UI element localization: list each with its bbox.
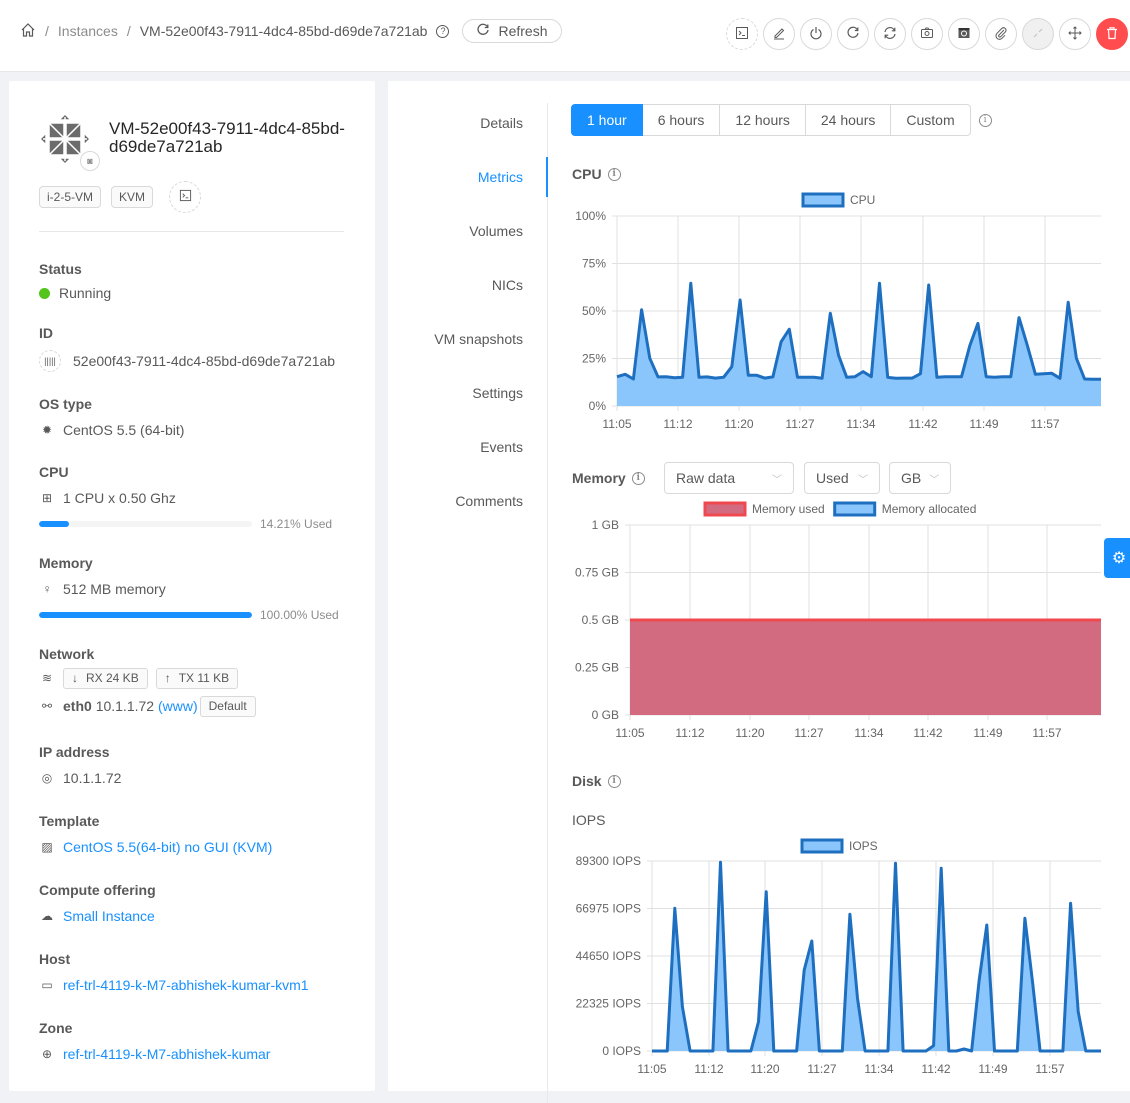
x-tick-label: 11:34 bbox=[846, 417, 875, 431]
x-tick-label: 11:27 bbox=[807, 1062, 836, 1076]
gear-icon: ⚙ bbox=[1112, 548, 1126, 568]
x-tick-label: 11:12 bbox=[675, 726, 704, 740]
x-tick-label: 11:20 bbox=[735, 726, 764, 740]
legend-swatch bbox=[803, 194, 843, 206]
x-tick-label: 11:34 bbox=[864, 1062, 893, 1076]
y-tick-label: 0.5 GB bbox=[582, 613, 619, 627]
x-tick-label: 11:42 bbox=[913, 726, 942, 740]
x-tick-label: 11:20 bbox=[750, 1062, 779, 1076]
x-tick-label: 11:49 bbox=[973, 726, 1002, 740]
y-tick-label: 75% bbox=[582, 257, 606, 271]
settings-drawer-button[interactable]: ⚙ bbox=[1104, 538, 1130, 578]
x-tick-label: 11:05 bbox=[637, 1062, 666, 1076]
range-1-hour[interactable]: 1 hour bbox=[571, 104, 643, 136]
x-tick-label: 11:57 bbox=[1032, 726, 1061, 740]
legend-label: Memory allocated bbox=[882, 502, 977, 516]
legend-swatch bbox=[705, 503, 745, 515]
y-tick-label: 0 GB bbox=[592, 708, 619, 722]
x-tick-label: 11:49 bbox=[978, 1062, 1007, 1076]
x-tick-label: 11:05 bbox=[615, 726, 644, 740]
x-tick-label: 11:27 bbox=[785, 417, 814, 431]
legend-label: CPU bbox=[850, 193, 875, 207]
legend-label: Memory used bbox=[752, 502, 825, 516]
x-tick-label: 11:42 bbox=[908, 417, 937, 431]
y-tick-label: 1 GB bbox=[592, 518, 619, 532]
y-tick-label: 100% bbox=[575, 209, 606, 223]
x-tick-label: 11:05 bbox=[602, 417, 631, 431]
y-tick-label: 89300 IOPS bbox=[576, 854, 641, 868]
y-tick-label: 66975 IOPS bbox=[576, 902, 641, 916]
x-tick-label: 11:57 bbox=[1030, 417, 1059, 431]
legend-label: IOPS bbox=[849, 839, 878, 853]
cpu-chart: 0% 25% 50% 75% 100% 11:05 11:12 11:20 11:27 11:34… bbox=[0, 0, 1130, 1085]
y-tick-label: 0.25 GB bbox=[575, 661, 619, 675]
y-tick-label: 22325 IOPS bbox=[576, 997, 641, 1011]
legend-swatch bbox=[835, 503, 875, 515]
y-tick-label: 0% bbox=[589, 399, 607, 413]
y-tick-label: 0 IOPS bbox=[602, 1044, 641, 1058]
x-tick-label: 11:27 bbox=[794, 726, 823, 740]
series-area-memory-used bbox=[630, 620, 1101, 715]
x-tick-label: 11:12 bbox=[663, 417, 692, 431]
x-tick-label: 11:49 bbox=[969, 417, 998, 431]
x-tick-label: 11:12 bbox=[694, 1062, 723, 1076]
x-tick-label: 11:34 bbox=[854, 726, 883, 740]
y-tick-label: 44650 IOPS bbox=[576, 949, 641, 963]
legend-swatch bbox=[802, 840, 842, 852]
y-tick-label: 50% bbox=[582, 304, 606, 318]
x-tick-label: 11:42 bbox=[921, 1062, 950, 1076]
x-tick-label: 11:57 bbox=[1035, 1062, 1064, 1076]
x-tick-label: 11:20 bbox=[724, 417, 753, 431]
y-tick-label: 0.75 GB bbox=[575, 566, 619, 580]
y-tick-label: 25% bbox=[582, 352, 606, 366]
